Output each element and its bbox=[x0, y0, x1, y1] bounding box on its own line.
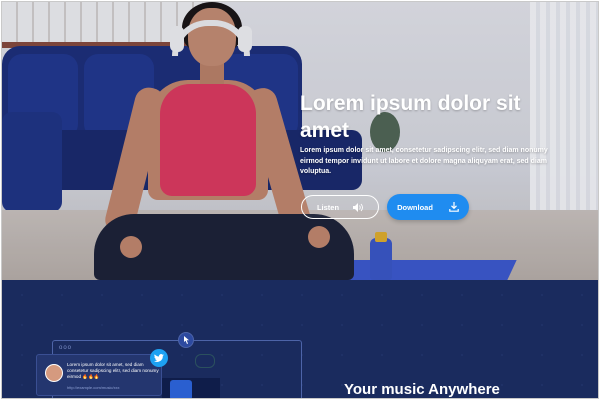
hero-description: Lorem ipsum dolor sit amet, consetetur s… bbox=[300, 147, 548, 175]
tweet-emoji: 🔥🔥🔥 bbox=[82, 374, 100, 379]
download-button[interactable]: Download bbox=[387, 194, 469, 220]
tweet-body: Lorem ipsum dolor sit amet, sed diam con… bbox=[67, 362, 159, 379]
hero-title: Lorem ipsum dolor sit amet bbox=[300, 92, 521, 142]
cursor-icon bbox=[183, 336, 190, 344]
section-heading: Your music Anywhere bbox=[344, 381, 500, 398]
tweet-text: Lorem ipsum dolor sit amet, sed diam con… bbox=[67, 362, 159, 380]
listen-button[interactable]: Listen bbox=[301, 195, 379, 219]
hero-section: Lorem ipsum dolor sit amet Lorem ipsum d… bbox=[2, 2, 598, 280]
avatar bbox=[45, 364, 63, 382]
twitter-icon bbox=[154, 354, 164, 362]
decorative-ring bbox=[195, 354, 215, 368]
screen-window-dots: ooo bbox=[59, 345, 73, 351]
listen-label: Listen bbox=[316, 202, 340, 212]
twitter-badge bbox=[150, 349, 168, 367]
speaker-icon bbox=[353, 202, 363, 212]
page-frame: Lorem ipsum dolor sit amet Lorem ipsum d… bbox=[1, 1, 599, 399]
tweet-link[interactable]: http://example.com/music/xxx bbox=[67, 385, 161, 390]
cursor-badge bbox=[178, 332, 194, 348]
tweet-card[interactable]: Lorem ipsum dolor sit amet, sed diam con… bbox=[36, 354, 162, 396]
thumbnail-figure bbox=[170, 380, 192, 398]
download-icon bbox=[449, 202, 459, 212]
download-label: Download bbox=[397, 202, 433, 212]
media-thumbnail bbox=[162, 378, 220, 398]
